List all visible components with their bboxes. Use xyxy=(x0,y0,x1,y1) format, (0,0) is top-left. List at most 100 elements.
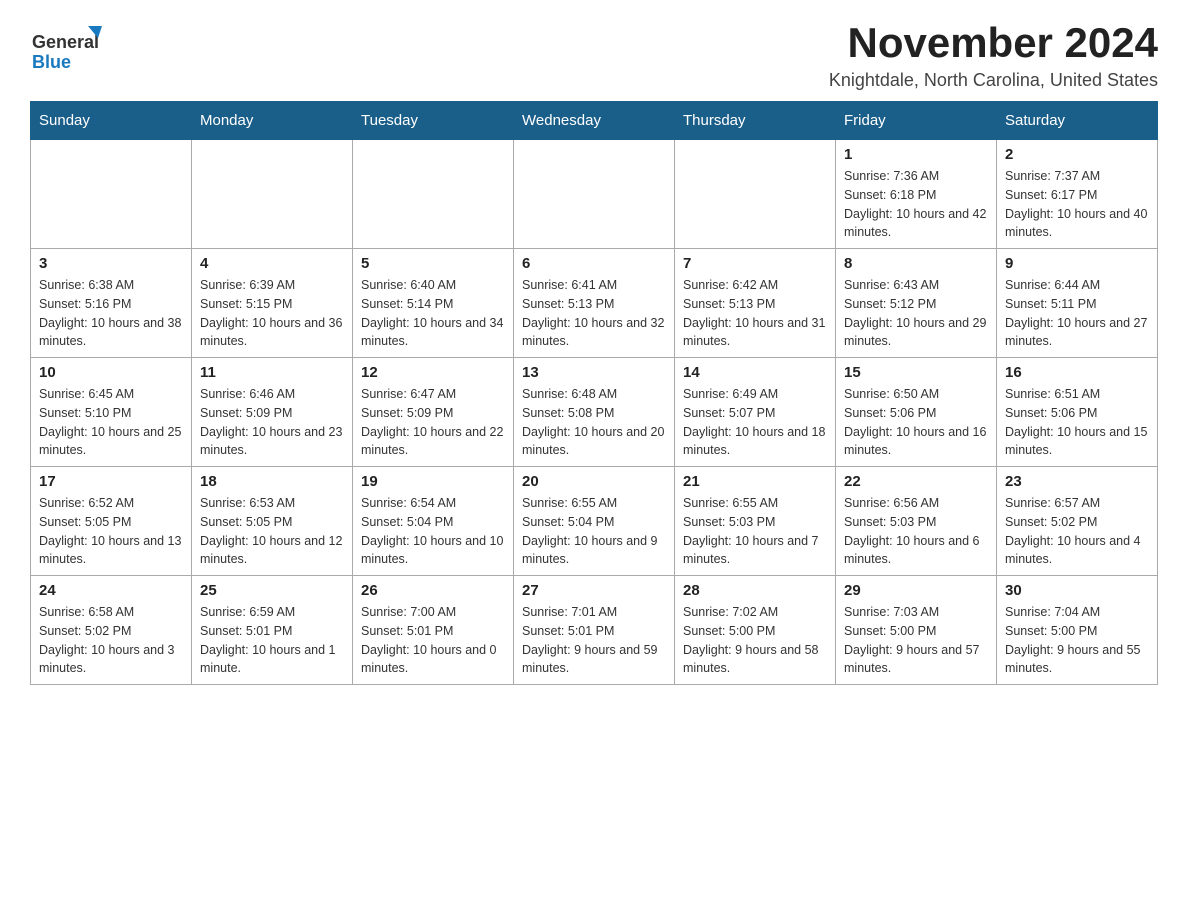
calendar-cell: 6Sunrise: 6:41 AM Sunset: 5:13 PM Daylig… xyxy=(514,249,675,358)
day-number: 12 xyxy=(361,364,505,381)
page-header: General Blue November 2024 Knightdale, N… xyxy=(30,20,1158,91)
title-block: November 2024 Knightdale, North Carolina… xyxy=(829,20,1158,91)
column-header-tuesday: Tuesday xyxy=(353,102,514,140)
day-info: Sunrise: 6:39 AM Sunset: 5:15 PM Dayligh… xyxy=(200,276,344,351)
calendar-header-row: SundayMondayTuesdayWednesdayThursdayFrid… xyxy=(31,102,1158,140)
day-info: Sunrise: 7:03 AM Sunset: 5:00 PM Dayligh… xyxy=(844,603,988,678)
day-info: Sunrise: 6:44 AM Sunset: 5:11 PM Dayligh… xyxy=(1005,276,1149,351)
svg-text:Blue: Blue xyxy=(32,52,71,72)
logo-icon: General Blue xyxy=(30,20,110,80)
day-number: 15 xyxy=(844,364,988,381)
day-number: 23 xyxy=(1005,473,1149,490)
calendar-cell: 8 Sunrise: 6:43 AM Sunset: 5:12 PM Daylig… xyxy=(836,249,997,358)
calendar-table: SundayMondayTuesdayWednesdayThursdayFrid… xyxy=(30,101,1158,685)
day-info: Sunrise: 6:40 AM Sunset: 5:14 PM Dayligh… xyxy=(361,276,505,351)
day-number: 27 xyxy=(522,582,666,599)
calendar-cell: 22 Sunrise: 6:56 AM Sunset: 5:03 PM Dayli… xyxy=(836,467,997,576)
calendar-week-3: 10 Sunrise: 6:45 AM Sunset: 5:10 PM Dayli… xyxy=(31,358,1158,467)
day-info: Sunrise: 6:46 AM Sunset: 5:09 PM Dayligh… xyxy=(200,385,344,460)
calendar-cell: 14 Sunrise: 6:49 AM Sunset: 5:07 PM Dayli… xyxy=(675,358,836,467)
day-info: Sunrise: 7:00 AM Sunset: 5:01 PM Dayligh… xyxy=(361,603,505,678)
location-subtitle: Knightdale, North Carolina, United State… xyxy=(829,70,1158,91)
day-info: Sunrise: 7:02 AM Sunset: 5:00 PM Dayligh… xyxy=(683,603,827,678)
day-number: 9 xyxy=(1005,255,1149,272)
calendar-cell: 28 Sunrise: 7:02 AM Sunset: 5:00 PM Dayli… xyxy=(675,576,836,685)
day-number: 25 xyxy=(200,582,344,599)
calendar-cell xyxy=(675,140,836,249)
day-info: Sunrise: 6:45 AM Sunset: 5:10 PM Dayligh… xyxy=(39,385,183,460)
day-number: 11 xyxy=(200,364,344,381)
day-number: 1 xyxy=(844,146,988,163)
day-number: 4 xyxy=(200,255,344,272)
calendar-cell: 10 Sunrise: 6:45 AM Sunset: 5:10 PM Dayli… xyxy=(31,358,192,467)
calendar-cell xyxy=(31,140,192,249)
calendar-cell: 23 Sunrise: 6:57 AM Sunset: 5:02 PM Dayli… xyxy=(997,467,1158,576)
calendar-cell: 15 Sunrise: 6:50 AM Sunset: 5:06 PM Dayli… xyxy=(836,358,997,467)
day-number: 5 xyxy=(361,255,505,272)
day-number: 30 xyxy=(1005,582,1149,599)
day-info: Sunrise: 6:52 AM Sunset: 5:05 PM Dayligh… xyxy=(39,494,183,569)
day-number: 26 xyxy=(361,582,505,599)
calendar-cell: 24 Sunrise: 6:58 AM Sunset: 5:02 PM Dayli… xyxy=(31,576,192,685)
calendar-cell: 12 Sunrise: 6:47 AM Sunset: 5:09 PM Dayli… xyxy=(353,358,514,467)
day-number: 17 xyxy=(39,473,183,490)
calendar-cell: 13 Sunrise: 6:48 AM Sunset: 5:08 PM Dayli… xyxy=(514,358,675,467)
day-number: 2 xyxy=(1005,146,1149,163)
day-number: 22 xyxy=(844,473,988,490)
day-info: Sunrise: 7:36 AM Sunset: 6:18 PM Dayligh… xyxy=(844,167,988,242)
day-number: 3 xyxy=(39,255,183,272)
calendar-cell: 18 Sunrise: 6:53 AM Sunset: 5:05 PM Dayli… xyxy=(192,467,353,576)
day-number: 20 xyxy=(522,473,666,490)
calendar-cell: 27 Sunrise: 7:01 AM Sunset: 5:01 PM Dayli… xyxy=(514,576,675,685)
day-info: Sunrise: 7:01 AM Sunset: 5:01 PM Dayligh… xyxy=(522,603,666,678)
month-year-title: November 2024 xyxy=(829,20,1158,66)
day-info: Sunrise: 6:51 AM Sunset: 5:06 PM Dayligh… xyxy=(1005,385,1149,460)
day-number: 13 xyxy=(522,364,666,381)
calendar-cell: 25Sunrise: 6:59 AM Sunset: 5:01 PM Dayli… xyxy=(192,576,353,685)
calendar-week-4: 17 Sunrise: 6:52 AM Sunset: 5:05 PM Dayli… xyxy=(31,467,1158,576)
day-info: Sunrise: 6:48 AM Sunset: 5:08 PM Dayligh… xyxy=(522,385,666,460)
column-header-saturday: Saturday xyxy=(997,102,1158,140)
calendar-cell: 2Sunrise: 7:37 AM Sunset: 6:17 PM Daylig… xyxy=(997,140,1158,249)
day-info: Sunrise: 6:53 AM Sunset: 5:05 PM Dayligh… xyxy=(200,494,344,569)
calendar-week-2: 3 Sunrise: 6:38 AM Sunset: 5:16 PM Daylig… xyxy=(31,249,1158,358)
day-info: Sunrise: 6:57 AM Sunset: 5:02 PM Dayligh… xyxy=(1005,494,1149,569)
day-number: 28 xyxy=(683,582,827,599)
day-number: 8 xyxy=(844,255,988,272)
calendar-cell: 26 Sunrise: 7:00 AM Sunset: 5:01 PM Dayli… xyxy=(353,576,514,685)
day-number: 24 xyxy=(39,582,183,599)
day-number: 10 xyxy=(39,364,183,381)
column-header-sunday: Sunday xyxy=(31,102,192,140)
day-info: Sunrise: 6:50 AM Sunset: 5:06 PM Dayligh… xyxy=(844,385,988,460)
calendar-cell: 20 Sunrise: 6:55 AM Sunset: 5:04 PM Dayli… xyxy=(514,467,675,576)
day-info: Sunrise: 6:55 AM Sunset: 5:04 PM Dayligh… xyxy=(522,494,666,569)
calendar-cell: 9 Sunrise: 6:44 AM Sunset: 5:11 PM Daylig… xyxy=(997,249,1158,358)
day-info: Sunrise: 6:56 AM Sunset: 5:03 PM Dayligh… xyxy=(844,494,988,569)
day-info: Sunrise: 6:58 AM Sunset: 5:02 PM Dayligh… xyxy=(39,603,183,678)
calendar-cell xyxy=(353,140,514,249)
day-info: Sunrise: 6:38 AM Sunset: 5:16 PM Dayligh… xyxy=(39,276,183,351)
column-header-monday: Monday xyxy=(192,102,353,140)
calendar-cell: 21Sunrise: 6:55 AM Sunset: 5:03 PM Dayli… xyxy=(675,467,836,576)
day-number: 14 xyxy=(683,364,827,381)
column-header-friday: Friday xyxy=(836,102,997,140)
day-info: Sunrise: 6:47 AM Sunset: 5:09 PM Dayligh… xyxy=(361,385,505,460)
calendar-cell: 7Sunrise: 6:42 AM Sunset: 5:13 PM Daylig… xyxy=(675,249,836,358)
calendar-cell: 19 Sunrise: 6:54 AM Sunset: 5:04 PM Dayli… xyxy=(353,467,514,576)
day-info: Sunrise: 6:49 AM Sunset: 5:07 PM Dayligh… xyxy=(683,385,827,460)
day-number: 21 xyxy=(683,473,827,490)
logo: General Blue xyxy=(30,20,110,80)
calendar-cell: 5 Sunrise: 6:40 AM Sunset: 5:14 PM Daylig… xyxy=(353,249,514,358)
calendar-cell: 11 Sunrise: 6:46 AM Sunset: 5:09 PM Dayli… xyxy=(192,358,353,467)
calendar-week-5: 24 Sunrise: 6:58 AM Sunset: 5:02 PM Dayli… xyxy=(31,576,1158,685)
day-info: Sunrise: 6:42 AM Sunset: 5:13 PM Dayligh… xyxy=(683,276,827,351)
day-info: Sunrise: 6:41 AM Sunset: 5:13 PM Dayligh… xyxy=(522,276,666,351)
calendar-cell: 1 Sunrise: 7:36 AM Sunset: 6:18 PM Daylig… xyxy=(836,140,997,249)
day-number: 18 xyxy=(200,473,344,490)
day-number: 19 xyxy=(361,473,505,490)
calendar-week-1: 1 Sunrise: 7:36 AM Sunset: 6:18 PM Daylig… xyxy=(31,140,1158,249)
calendar-cell: 30Sunrise: 7:04 AM Sunset: 5:00 PM Dayli… xyxy=(997,576,1158,685)
day-info: Sunrise: 6:43 AM Sunset: 5:12 PM Dayligh… xyxy=(844,276,988,351)
day-info: Sunrise: 6:54 AM Sunset: 5:04 PM Dayligh… xyxy=(361,494,505,569)
calendar-cell: 17 Sunrise: 6:52 AM Sunset: 5:05 PM Dayli… xyxy=(31,467,192,576)
